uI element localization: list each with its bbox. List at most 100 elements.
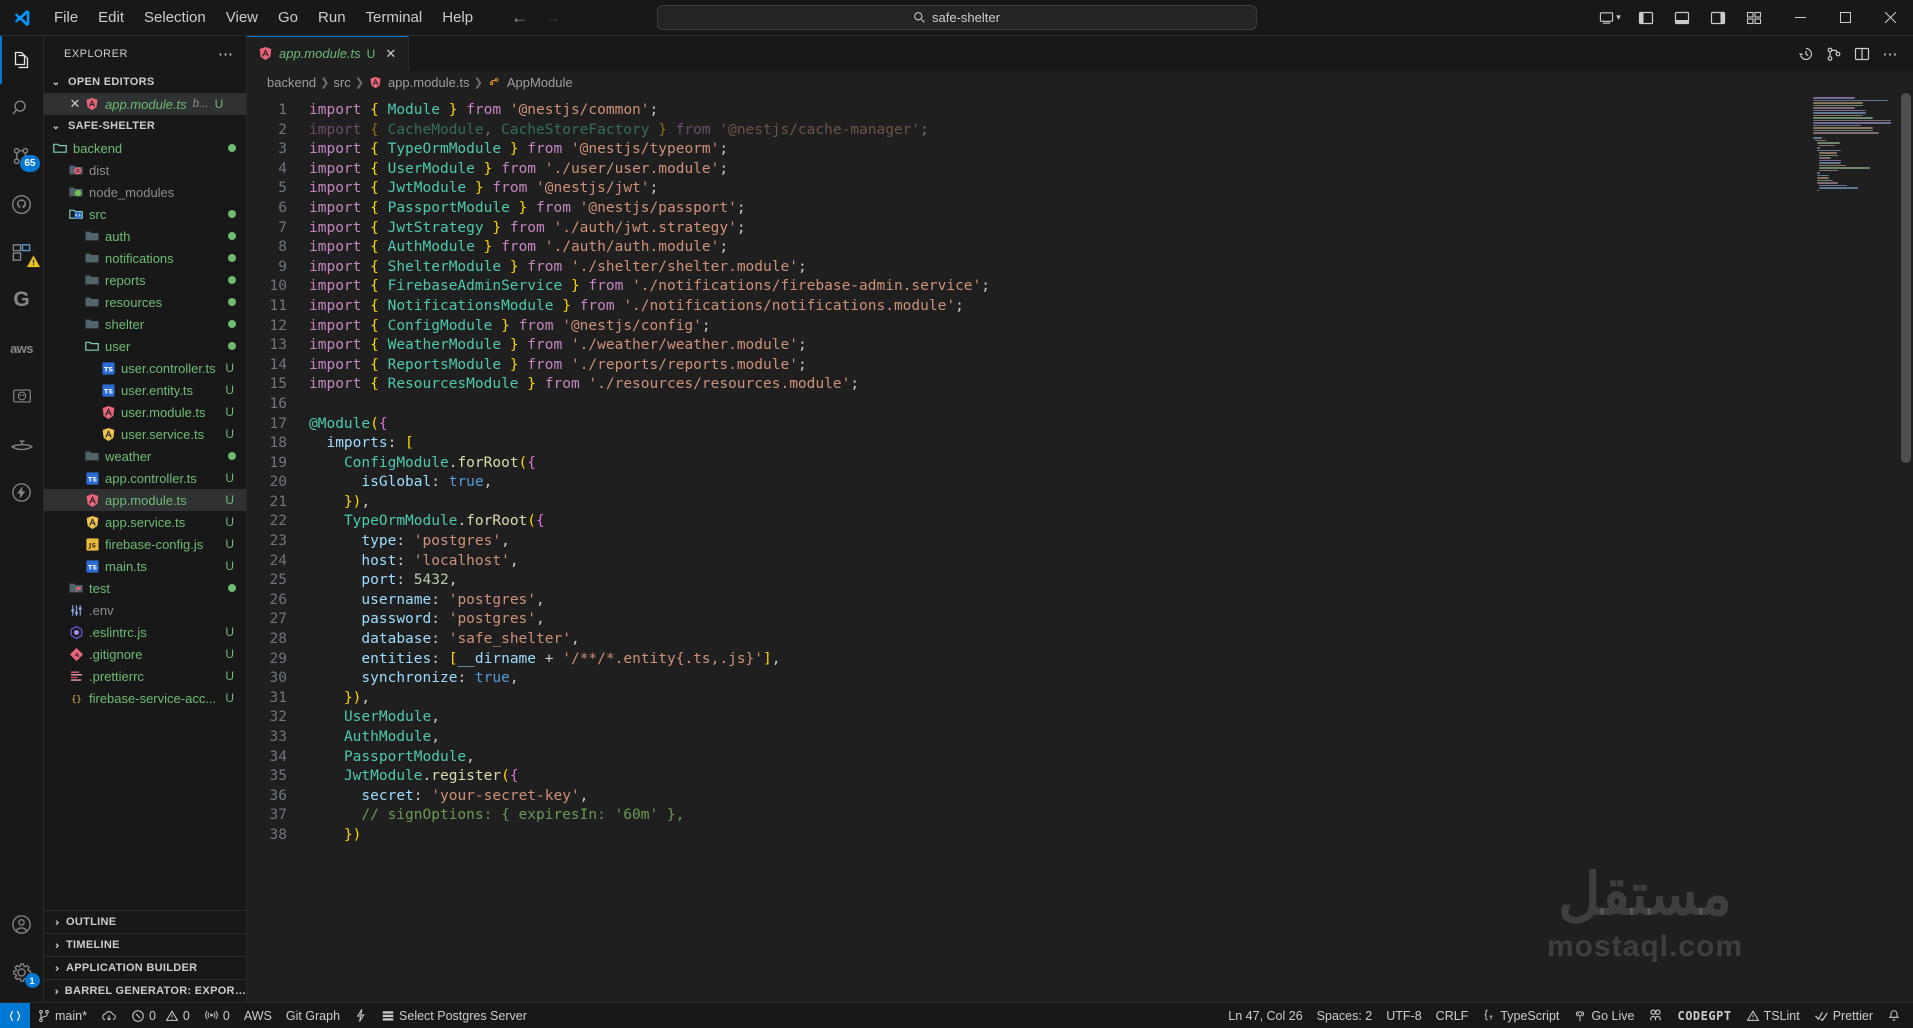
remote-window-icon[interactable]: ▾ bbox=[1592, 2, 1628, 34]
status-postgres-server[interactable]: Select Postgres Server bbox=[374, 1003, 534, 1028]
open-editor-item[interactable]: ✕ app.module.ts b... U bbox=[44, 93, 246, 115]
activity-item-source-control[interactable]: 65 bbox=[0, 132, 44, 180]
tree-file-app-service-ts[interactable]: app.service.ts U bbox=[44, 511, 246, 533]
ellipsis-icon[interactable]: ⋯ bbox=[214, 45, 238, 63]
tree-folder-notifications[interactable]: notifications bbox=[44, 247, 246, 269]
breadcrumb-src[interactable]: src bbox=[333, 75, 350, 90]
tree-folder-node-modules[interactable]: node_modules bbox=[44, 181, 246, 203]
menu-file[interactable]: File bbox=[44, 5, 88, 30]
customize-layout-icon[interactable] bbox=[1736, 2, 1772, 34]
more-actions-icon[interactable]: ⋯ bbox=[1877, 39, 1903, 69]
status-branch[interactable]: main* bbox=[30, 1003, 94, 1028]
status-encoding[interactable]: UTF-8 bbox=[1379, 1003, 1428, 1028]
activity-item-aws-toolkit[interactable]: aws bbox=[0, 324, 44, 372]
tree-file--env[interactable]: .env bbox=[44, 599, 246, 621]
toggle-panel-icon[interactable] bbox=[1664, 2, 1700, 34]
activity-item-accounts[interactable] bbox=[0, 900, 44, 948]
tree-file--gitignore[interactable]: .gitignore U bbox=[44, 643, 246, 665]
activity-item-github[interactable] bbox=[0, 180, 44, 228]
section-workspace[interactable]: ⌄ SAFE-SHELTER bbox=[44, 115, 246, 137]
status-aws[interactable]: AWS bbox=[237, 1003, 279, 1028]
editor-vertical-scrollbar[interactable] bbox=[1899, 93, 1913, 1002]
tree-file-main-ts[interactable]: TS main.ts U bbox=[44, 555, 246, 577]
status-ports[interactable]: 0 bbox=[197, 1003, 237, 1028]
status-thunder-client[interactable] bbox=[347, 1003, 374, 1028]
tree-file-user-controller-ts[interactable]: TS user.controller.ts U bbox=[44, 357, 246, 379]
activity-item-thunder-client[interactable] bbox=[0, 468, 44, 516]
tree-folder-backend[interactable]: backend bbox=[44, 137, 246, 159]
status-codegpt[interactable]: CODEGPT bbox=[1670, 1003, 1738, 1028]
activity-item-search[interactable] bbox=[0, 84, 44, 132]
status-cursor-position[interactable]: Ln 47, Col 26 bbox=[1221, 1003, 1309, 1028]
tree-folder-shelter[interactable]: shelter bbox=[44, 313, 246, 335]
status-indentation[interactable]: Spaces: 2 bbox=[1310, 1003, 1380, 1028]
menu-help[interactable]: Help bbox=[432, 5, 483, 30]
tree-folder-dist[interactable]: dist bbox=[44, 159, 246, 181]
tree-folder-user[interactable]: user bbox=[44, 335, 246, 357]
status-live-share[interactable] bbox=[1641, 1003, 1670, 1028]
tree-folder-reports[interactable]: reports bbox=[44, 269, 246, 291]
split-editor-icon[interactable] bbox=[1849, 39, 1875, 69]
window-maximize-button[interactable] bbox=[1823, 0, 1868, 36]
activity-item-gitlens[interactable]: G bbox=[0, 276, 44, 324]
menu-terminal[interactable]: Terminal bbox=[356, 5, 433, 30]
activity-item-explorer[interactable] bbox=[0, 36, 44, 84]
tree-file-firebase-service-acc-[interactable]: {} firebase-service-acc... U bbox=[44, 687, 246, 709]
tree-folder-test[interactable]: test bbox=[44, 577, 246, 599]
timeline-history-icon[interactable] bbox=[1793, 39, 1819, 69]
code-editor[interactable]: 1 2 3 4 5 6 7 8 9 10 11 12 13 14 15 16 17 18 19 20 21 22 23 24 2… bbox=[247, 93, 1913, 1002]
menu-selection[interactable]: Selection bbox=[134, 5, 216, 30]
status-go-live[interactable]: Go Live bbox=[1566, 1003, 1641, 1028]
tree-folder-auth[interactable]: auth bbox=[44, 225, 246, 247]
code-content[interactable]: import { Module } from '@nestjs/common';… bbox=[309, 93, 1913, 1002]
tree-folder-resources[interactable]: resources bbox=[44, 291, 246, 313]
tree-file-app-controller-ts[interactable]: TS app.controller.ts U bbox=[44, 467, 246, 489]
command-center[interactable]: safe-shelter bbox=[656, 5, 1257, 30]
window-close-button[interactable] bbox=[1868, 0, 1913, 36]
tree-folder-src[interactable]: src bbox=[44, 203, 246, 225]
arrow-right-icon[interactable]: → bbox=[544, 8, 561, 28]
source-control-compare-icon[interactable] bbox=[1821, 39, 1847, 69]
status-remote-indicator[interactable] bbox=[0, 1002, 30, 1028]
breadcrumb-file[interactable]: app.module.ts bbox=[388, 75, 470, 90]
menu-view[interactable]: View bbox=[216, 5, 268, 30]
tree-file--eslintrc-js[interactable]: .eslintrc.js U bbox=[44, 621, 246, 643]
scrollbar-thumb[interactable] bbox=[1901, 93, 1911, 463]
close-icon[interactable]: ✕ bbox=[66, 96, 84, 112]
activity-item-extensions[interactable] bbox=[0, 228, 44, 276]
status-problems[interactable]: 0 0 bbox=[124, 1003, 197, 1028]
menu-edit[interactable]: Edit bbox=[88, 5, 134, 30]
activity-item-genie[interactable] bbox=[0, 420, 44, 468]
tab-app-module-ts[interactable]: app.module.ts U ✕ bbox=[247, 36, 410, 71]
status-tslint[interactable]: TSLint bbox=[1739, 1003, 1807, 1028]
status-git-graph[interactable]: Git Graph bbox=[279, 1003, 347, 1028]
section-open-editors[interactable]: ⌄ OPEN EDITORS bbox=[44, 71, 246, 93]
activity-item-manage-settings[interactable]: 1 bbox=[0, 948, 44, 996]
status-prettier[interactable]: Prettier bbox=[1807, 1003, 1880, 1028]
tree-file--prettierrc[interactable]: .prettierrc U bbox=[44, 665, 246, 687]
tree-file-user-service-ts[interactable]: user.service.ts U bbox=[44, 423, 246, 445]
panel-outline[interactable]: ⌄ OUTLINE bbox=[44, 910, 246, 933]
toggle-secondary-sidebar-icon[interactable] bbox=[1700, 2, 1736, 34]
status-sync-changes[interactable] bbox=[94, 1003, 124, 1028]
window-minimize-button[interactable] bbox=[1778, 0, 1823, 36]
breadcrumb-symbol[interactable]: AppModule bbox=[507, 75, 573, 90]
status-language-mode[interactable]: TypeScript bbox=[1475, 1003, 1566, 1028]
arrow-left-icon[interactable]: ← bbox=[511, 8, 528, 28]
status-notifications[interactable] bbox=[1880, 1003, 1913, 1028]
panel-application-builder[interactable]: ⌄ APPLICATION BUILDER bbox=[44, 956, 246, 979]
menu-run[interactable]: Run bbox=[308, 5, 356, 30]
status-eol[interactable]: CRLF bbox=[1429, 1003, 1476, 1028]
tab-close-icon[interactable]: ✕ bbox=[383, 46, 398, 62]
toggle-primary-sidebar-icon[interactable] bbox=[1628, 2, 1664, 34]
activity-item-database[interactable] bbox=[0, 372, 44, 420]
tree-file-user-entity-ts[interactable]: TS user.entity.ts U bbox=[44, 379, 246, 401]
menu-go[interactable]: Go bbox=[268, 5, 308, 30]
tree-file-user-module-ts[interactable]: user.module.ts U bbox=[44, 401, 246, 423]
tree-file-firebase-config-js[interactable]: JS firebase-config.js U bbox=[44, 533, 246, 555]
breadcrumb-backend[interactable]: backend bbox=[267, 75, 316, 90]
panel-timeline[interactable]: ⌄ TIMELINE bbox=[44, 933, 246, 956]
tree-folder-weather[interactable]: weather bbox=[44, 445, 246, 467]
tree-file-app-module-ts[interactable]: app.module.ts U bbox=[44, 489, 246, 511]
panel-barrel-generator[interactable]: ⌄ BARREL GENERATOR: EXPORT V... bbox=[44, 979, 246, 1002]
